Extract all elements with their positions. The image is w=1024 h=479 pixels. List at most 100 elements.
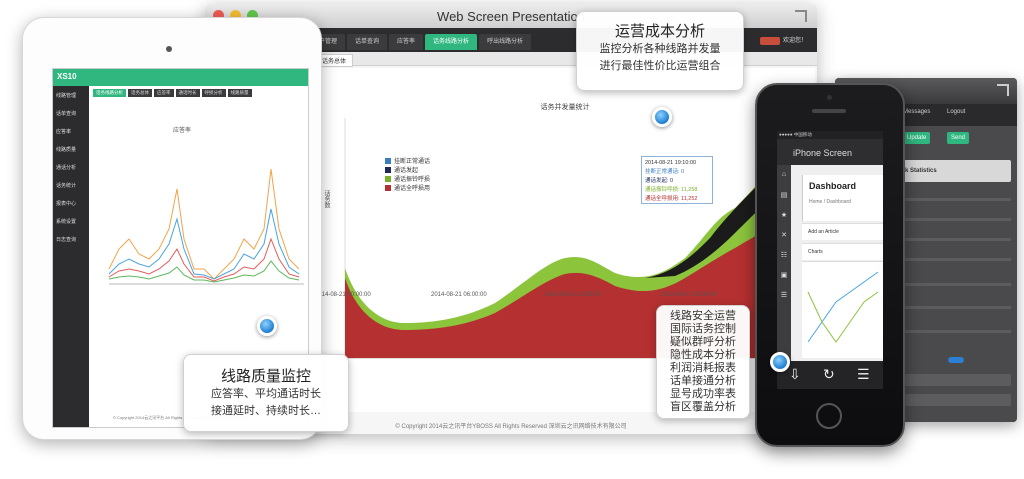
breadcrumb[interactable]: Home / Dashboard — [809, 199, 851, 205]
line-quality-callout: 线路质量监控 应答率、平均通话时长 接通延时、持续时长… — [183, 354, 349, 432]
callout-line: 监控分析各种线路并发量 — [599, 43, 721, 55]
legend-label: 通话振铃呼损 — [394, 177, 431, 183]
main-nav: 用户管理 话单查询 应答率 话务线路分析 呼出线路分析 — [305, 28, 533, 52]
iphone-brand: iPhone Screen — [793, 148, 853, 158]
send-button[interactable]: Send — [947, 132, 970, 144]
row — [899, 258, 1011, 261]
callout-line: 话单接通分析 — [670, 375, 736, 387]
dashboard-card: Dashboard Home / Dashboard — [802, 175, 883, 221]
expand-icon[interactable] — [795, 10, 807, 22]
sidebar-item[interactable]: 线路管理 — [56, 92, 86, 101]
home-icon[interactable]: ⌂ — [779, 171, 789, 181]
box-icon[interactable]: ▣ — [779, 271, 789, 281]
legend-label: 挂断正常通话 — [394, 159, 431, 165]
callout-line: 疑似群呼分析 — [670, 336, 736, 348]
chart-tooltip: 2014-08-21 19:10:00 挂断正常通话: 0 通话发起: 0 通话… — [641, 156, 713, 204]
legend-swatch — [385, 167, 391, 174]
sidebar-item[interactable]: 系统设置 — [56, 218, 86, 227]
ipad-tabs: 话务线路分析 话务总体 应答率 通话时长 呼损分析 线路质量 — [93, 89, 308, 99]
callout-line: 显号成功率表 — [670, 388, 736, 400]
callout-line: 国际话务控制 — [670, 323, 736, 335]
legend-swatch — [385, 176, 391, 183]
refresh-icon[interactable]: ↻ — [823, 366, 835, 383]
callout-line: 进行最佳性价比运营组合 — [599, 60, 721, 72]
nav-tab-outbound-analysis[interactable]: 呼出线路分析 — [479, 34, 532, 50]
messages-tab[interactable]: Messages — [903, 109, 930, 115]
statistics-label: k Statistics — [905, 168, 937, 174]
legend-item: 挂断正常通话 — [385, 158, 430, 167]
callout-line: 盲区覆盖分析 — [670, 401, 736, 413]
iphone-sidebar: ⌂ ▤ ★ ✕ ☷ ▣ ☰ — [777, 165, 791, 361]
add-article-item[interactable]: Add an Article — [802, 223, 883, 240]
x-tick-label: 2014-08-21 00:00:00 — [315, 292, 371, 298]
cost-analysis-callout: 运营成本分析 监控分析各种线路并发量 进行最佳性价比运营组合 — [576, 11, 744, 91]
menu-icon[interactable]: ☰ — [857, 366, 870, 383]
ipad-tab[interactable]: 呼损分析 — [201, 89, 226, 97]
tooltip-time: 2014-08-21 19:10:00 — [645, 160, 697, 166]
ipad-tab[interactable]: 通话时长 — [175, 89, 200, 97]
row — [899, 218, 1011, 221]
avatar: ​ — [760, 37, 780, 45]
tooltip-row: 通话振铃呼损: 11,258 — [645, 187, 698, 193]
logout-tab[interactable]: Logout — [947, 109, 965, 115]
download-icon[interactable]: ⇩ — [789, 366, 801, 383]
charts-item[interactable]: Charts — [802, 243, 883, 260]
star-icon[interactable]: ★ — [779, 211, 789, 221]
iphone-toolbar: ⇩ ↻ ☰ — [777, 361, 883, 389]
ipad-tab[interactable]: 线路质量 — [227, 89, 252, 97]
grid-icon[interactable]: ☷ — [779, 251, 789, 261]
iphone-chart — [802, 261, 883, 358]
sidebar-item[interactable]: 报表中心 — [56, 200, 86, 209]
speaker-grille — [812, 109, 846, 113]
row — [899, 238, 1011, 241]
list-icon[interactable]: ▤ — [779, 191, 789, 201]
callout-line: 接通延时、持续时长… — [211, 405, 321, 417]
sidebar-item[interactable]: 话务统计 — [56, 182, 86, 191]
legend-swatch — [385, 185, 391, 192]
ipad-tab[interactable]: 话务总体 — [128, 89, 152, 97]
row — [899, 306, 1011, 309]
ipad-tab[interactable]: 话务线路分析 — [93, 89, 126, 97]
welcome-text: 欢迎您！ — [782, 38, 807, 44]
menu-icon[interactable]: ☰ — [779, 291, 789, 301]
iphone-device: ●●●●● 中国移动 iPhone Screen ⌂ ▤ ★ ✕ ☷ ▣ ☰ D… — [755, 83, 905, 447]
camera-icon — [827, 95, 832, 100]
nav-tab-traffic-analysis[interactable]: 话务线路分析 — [425, 34, 478, 50]
iphone-screen: ●●●●● 中国移动 iPhone Screen ⌂ ▤ ★ ✕ ☷ ▣ ☰ D… — [777, 131, 883, 389]
callout-line: 应答率、平均通话时长 — [211, 388, 321, 400]
dashboard-title: Dashboard — [809, 181, 857, 191]
callout-line: 隐性成本分析 — [670, 349, 736, 361]
expand-icon[interactable] — [997, 84, 1009, 96]
sidebar-item[interactable]: 线路质量 — [56, 146, 86, 155]
hotspot-dot[interactable] — [257, 316, 277, 336]
tooltip-row: 通话发起: 0 — [645, 178, 674, 184]
status-bar: ●●●●● 中国移动 — [777, 131, 883, 139]
sidebar-item[interactable]: 通话分析 — [56, 164, 86, 173]
nav-tab-cdr-query[interactable]: 话单查询 — [347, 34, 388, 50]
select-field[interactable] — [899, 374, 1011, 386]
callout-title: 运营成本分析 — [614, 23, 705, 40]
legend-label: 通话发起 — [394, 168, 419, 174]
ipad-line-chart — [108, 168, 304, 285]
update-button[interactable]: Update — [903, 132, 931, 144]
sidebar-item[interactable]: 应答率 — [56, 128, 86, 137]
toggle-switch[interactable] — [948, 357, 964, 363]
select-field[interactable] — [899, 394, 1011, 406]
user-chip[interactable]: ​ 欢迎您！ — [760, 35, 807, 45]
hotspot-dot[interactable] — [652, 107, 672, 127]
iphone-line-chart — [807, 271, 879, 343]
x-tick-label: 2014-08-21 18:00:00 — [661, 292, 717, 298]
statistics-panel: k Statistics — [899, 160, 1011, 182]
hotspot-dot[interactable] — [770, 352, 790, 372]
legend-item: 通话发起 — [385, 167, 430, 176]
sidebar-item[interactable]: 话单查询 — [56, 110, 86, 119]
home-button[interactable] — [816, 403, 842, 429]
sidebar-item[interactable]: 日志查询 — [56, 236, 86, 245]
app-logo: XS10 — [57, 72, 77, 81]
legend-item: 通话振铃呼损 — [385, 176, 430, 185]
legend-swatch — [385, 158, 391, 165]
close-icon[interactable]: ✕ — [779, 231, 789, 241]
row — [899, 330, 1011, 333]
nav-tab-answer-rate[interactable]: 应答率 — [389, 34, 424, 50]
ipad-tab[interactable]: 应答率 — [154, 89, 174, 97]
